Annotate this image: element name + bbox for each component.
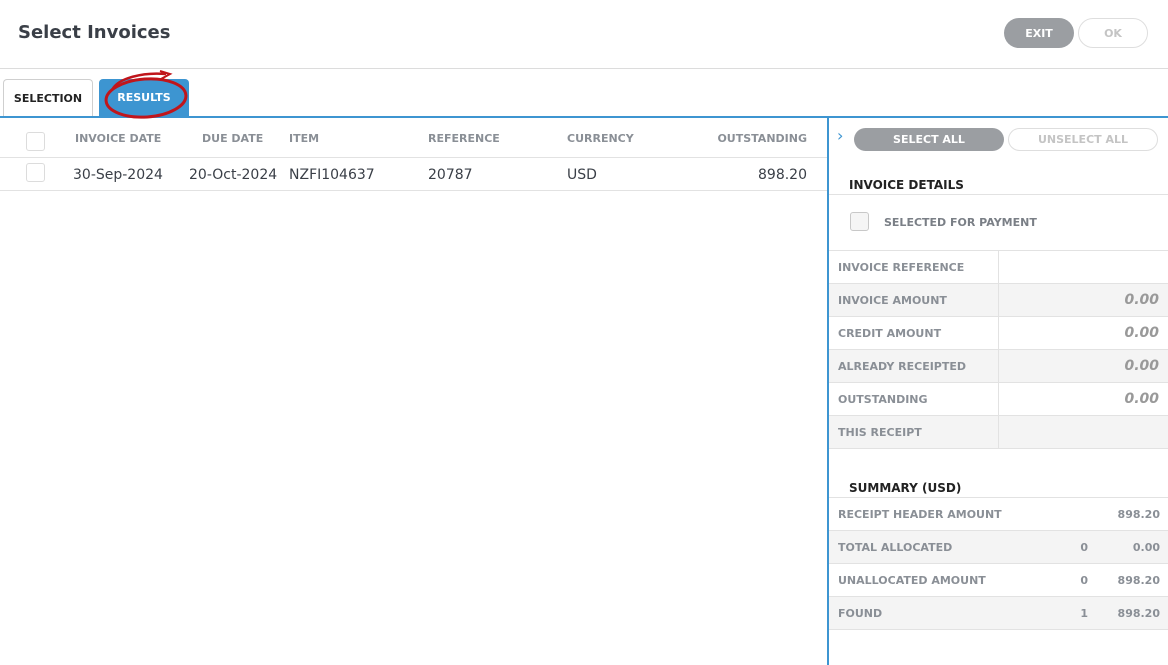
cell-outstanding: 898.20 [758,167,807,183]
unselect-all-button[interactable]: UNSELECT ALL [1008,128,1158,151]
col-reference[interactable]: REFERENCE [428,132,500,145]
summary-label: RECEIPT HEADER AMOUNT [838,508,1002,521]
summary-label: TOTAL ALLOCATED [838,541,953,554]
summary-amount: 0.00 [1132,541,1160,554]
cell-reference: 20787 [428,167,473,183]
invoice-details-title: INVOICE DETAILS [849,178,964,192]
summary-amount: 898.20 [1117,574,1160,587]
invoice-table: INVOICE DATE DUE DATE ITEM REFERENCE CUR… [0,118,827,665]
summary-label: FOUND [838,607,883,620]
select-all-checkbox[interactable] [26,132,45,151]
cell-invoice-date: 30-Sep-2024 [73,167,163,183]
summary-count: 1 [1080,607,1088,620]
chevron-right-icon[interactable]: › [837,126,843,145]
summary-label: UNALLOCATED AMOUNT [838,574,986,587]
detail-label: OUTSTANDING [838,393,928,406]
col-currency[interactable]: CURRENCY [567,132,634,145]
detail-label: INVOICE REFERENCE [838,261,965,274]
detail-row-this-receipt: THIS RECEIPT [829,416,1168,449]
detail-value: 0.00 [1124,391,1159,407]
tab-results[interactable]: RESULTS [99,79,189,116]
summary-count: 0 [1080,574,1088,587]
selected-for-payment-checkbox[interactable] [850,212,869,231]
summary-count: 0 [1080,541,1088,554]
dialog-header: Select Invoices EXIT OK [0,0,1168,69]
col-item[interactable]: ITEM [289,132,319,145]
detail-value-box [998,251,1168,283]
page-title: Select Invoices [18,22,171,43]
detail-label: THIS RECEIPT [838,426,922,439]
col-due-date[interactable]: DUE DATE [202,132,263,145]
detail-label: ALREADY RECEIPTED [838,360,967,373]
this-receipt-input[interactable] [998,416,1168,448]
summary-row: UNALLOCATED AMOUNT 0 898.20 [829,564,1168,597]
cell-due-date: 20-Oct-2024 [189,167,278,183]
cell-item: NZFI104637 [289,167,375,183]
ok-button[interactable]: OK [1078,18,1148,48]
summary-row: FOUND 1 898.20 [829,597,1168,630]
detail-label: INVOICE AMOUNT [838,294,947,307]
detail-row-outstanding: OUTSTANDING 0.00 [829,383,1168,416]
cell-currency: USD [567,167,597,183]
detail-value-box: 0.00 [998,350,1168,382]
detail-row-invoice-reference: INVOICE REFERENCE [829,251,1168,284]
table-header: INVOICE DATE DUE DATE ITEM REFERENCE CUR… [0,118,827,158]
section-divider [829,194,1168,195]
exit-button[interactable]: EXIT [1004,18,1074,48]
detail-label: CREDIT AMOUNT [838,327,942,340]
tab-bar: SELECTION RESULTS [0,69,1168,118]
row-checkbox[interactable] [26,163,45,182]
detail-value-box: 0.00 [998,284,1168,316]
detail-row-credit-amount: CREDIT AMOUNT 0.00 [829,317,1168,350]
detail-value: 0.00 [1124,292,1159,308]
detail-value-box: 0.00 [998,317,1168,349]
detail-row-invoice-amount: INVOICE AMOUNT 0.00 [829,284,1168,317]
summary-amount: 898.20 [1117,508,1160,521]
details-pane: › SELECT ALL UNSELECT ALL INVOICE DETAIL… [829,118,1168,665]
col-outstanding[interactable]: OUTSTANDING [717,132,807,145]
summary-row: RECEIPT HEADER AMOUNT 898.20 [829,498,1168,531]
tab-selection[interactable]: SELECTION [3,79,93,116]
selected-for-payment-label: SELECTED FOR PAYMENT [884,216,1037,229]
col-invoice-date[interactable]: INVOICE DATE [75,132,161,145]
summary-amount: 898.20 [1117,607,1160,620]
detail-value: 0.00 [1124,325,1159,341]
summary-title: SUMMARY (USD) [849,481,962,495]
detail-value: 0.00 [1124,358,1159,374]
detail-row-already-receipted: ALREADY RECEIPTED 0.00 [829,350,1168,383]
select-all-button[interactable]: SELECT ALL [854,128,1004,151]
detail-value-box: 0.00 [998,383,1168,415]
table-row[interactable]: 30-Sep-2024 20-Oct-2024 NZFI104637 20787… [0,158,827,191]
summary-row: TOTAL ALLOCATED 0 0.00 [829,531,1168,564]
